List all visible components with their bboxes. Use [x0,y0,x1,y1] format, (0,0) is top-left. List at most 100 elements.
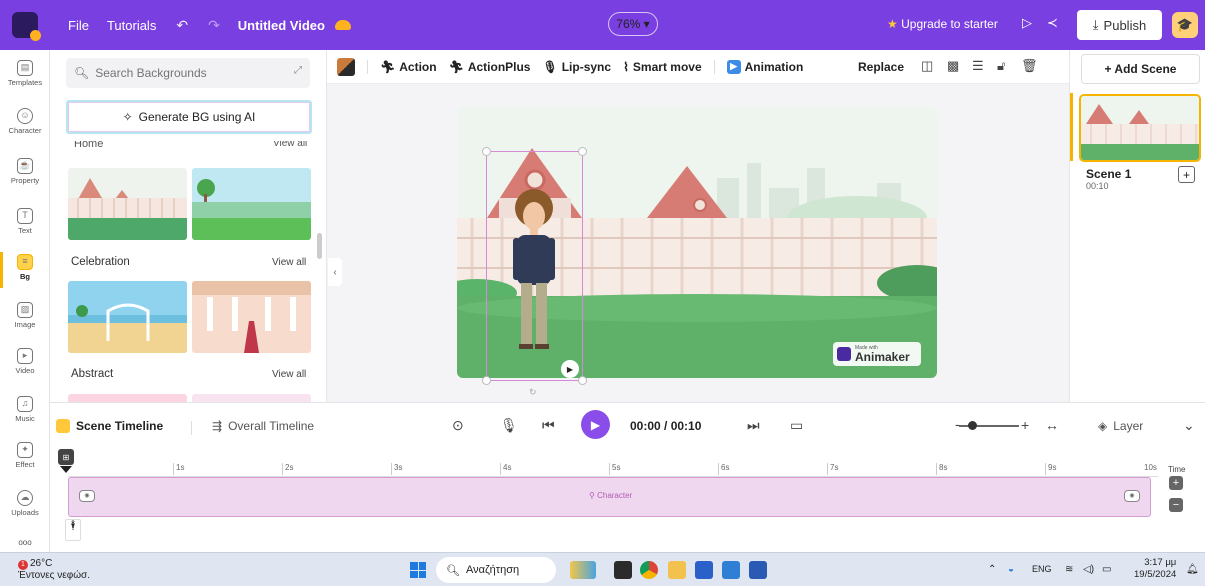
bg-thumb-home-1[interactable] [68,168,187,240]
layer-button[interactable]: ◈ Layer [1098,419,1143,433]
smart-move-button[interactable]: ⌇ Smart move [623,60,702,74]
expand-icon[interactable]: ⤢ [294,65,302,76]
rail-music[interactable]: ♫ Music [0,396,50,423]
transparency-icon[interactable]: ▩ [947,58,959,74]
scene-thumbnail[interactable] [1079,94,1201,162]
view-all-link-home[interactable]: View all [273,141,307,147]
publish-button[interactable]: ⤓ Publish [1077,10,1162,40]
temperature: 26°C [30,558,53,569]
share-icon[interactable]: ≺ [1047,15,1058,31]
animation-button[interactable]: ▶ Animation [726,59,803,74]
tray-overflow-icon[interactable]: ⌃ [988,564,996,575]
tray-app-icon[interactable]: ◒ [1008,564,1014,575]
add-scene-button[interactable]: + Add Scene [1081,54,1200,84]
color-picker-button[interactable] [337,57,355,76]
add-track-button[interactable]: + [1169,476,1183,490]
resize-handle[interactable] [578,376,587,385]
tab-overall-timeline[interactable]: ⇶ Overall Timeline [212,419,314,433]
resize-handle[interactable] [482,147,491,156]
search-input[interactable] [95,66,266,80]
zoom-in-icon[interactable]: + [1021,417,1029,433]
rail-effect[interactable]: ✦ Effect [0,442,50,469]
zoom-dropdown[interactable]: 76% ▾ [608,12,658,36]
bg-thumb-celebration-1[interactable] [68,281,187,353]
generate-bg-button[interactable]: ✧ Generate BG using AI [66,100,312,134]
rail-video[interactable]: ▸ Video [0,348,50,375]
windows-start-icon[interactable] [410,562,426,578]
voice-record-icon[interactable]: 🎙︎ [500,417,518,434]
skip-back-icon[interactable]: ⏮︎ [542,417,555,434]
battery-icon[interactable]: ▭ [1102,564,1111,575]
camera-focus-icon[interactable]: ⊙ [452,417,464,434]
remove-track-button[interactable]: − [1169,498,1183,512]
scene-name[interactable]: Scene 1 [1086,167,1131,181]
panel-scrollbar[interactable] [317,233,322,259]
rail-more[interactable]: ooo [0,538,50,547]
resize-handle[interactable] [578,147,587,156]
bg-thumb-home-2[interactable] [192,168,311,240]
tab-scene-timeline[interactable]: Scene Timeline [56,419,163,433]
widgets-app-icon[interactable] [570,561,596,579]
flip-icon[interactable]: ◫ [921,58,933,74]
resize-handle[interactable] [482,376,491,385]
volume-icon[interactable]: ◁) [1083,564,1094,575]
action-button[interactable]: 🏃︎ Action [380,60,437,74]
action-plus-button[interactable]: 🏃︎ ActionPlus [449,60,531,74]
tutorials-menu[interactable]: Tutorials [107,18,156,33]
rail-text[interactable]: T Text [0,208,50,235]
language-indicator[interactable]: ENG [1032,564,1052,574]
user-avatar[interactable]: 🎓 [1172,12,1198,38]
replace-button[interactable]: Replace [858,60,904,74]
rail-templates[interactable]: ▤ Templates [0,60,50,87]
lock-icon[interactable]: 🔓︎ [997,58,1005,74]
wifi-icon[interactable]: ≋ [1065,564,1073,575]
rail-property[interactable]: ☕ Property [0,158,50,185]
redo-icon[interactable]: ↷ [208,17,220,34]
task-view-icon[interactable] [614,561,632,579]
word-icon[interactable] [749,561,767,579]
bg-thumb-abstract-1[interactable] [68,394,187,402]
rotate-handle-icon[interactable]: ↻ [529,387,537,398]
rail-character[interactable]: ☺ Character [0,108,50,135]
fit-width-icon[interactable]: ↔ [1045,417,1059,433]
bg-thumb-abstract-2[interactable] [192,394,311,402]
play-button[interactable]: ▶ [581,410,610,439]
file-menu[interactable]: File [68,18,89,33]
app-logo[interactable] [0,0,50,50]
system-clock[interactable]: 3:17 μμ 19/5/2024 [1134,557,1176,581]
upgrade-button[interactable]: ★ Upgrade to starter [887,17,998,31]
bg-thumb-celebration-2[interactable] [192,281,311,353]
skip-forward-icon[interactable]: ⏭︎ [747,417,760,434]
search-box[interactable]: 🔍︎ ⤢ [66,58,310,88]
store-icon[interactable] [695,561,713,579]
character-track-thumb[interactable]: 🕴︎ [65,519,81,541]
track-end-eye-icon[interactable]: ◉ [1124,490,1140,502]
subtitles-icon[interactable]: ▭ [790,417,803,434]
lip-sync-button[interactable]: 🎙︎ Lip-sync [542,60,611,74]
selection-box[interactable] [482,147,587,385]
file-explorer-icon[interactable] [668,561,686,579]
add-after-scene-button[interactable]: + [1178,166,1195,183]
delete-icon[interactable]: 🗑︎ [1021,58,1038,74]
chrome-icon[interactable] [640,561,658,579]
layers-icon[interactable]: ☰ [972,58,984,74]
mail-icon[interactable] [722,561,740,579]
character-play-icon[interactable]: ▶ [561,360,579,378]
collapse-timeline-icon[interactable]: ⌄ [1183,417,1195,434]
notifications-bell-icon[interactable]: 🔔︎ [1186,564,1199,575]
rail-uploads[interactable]: ☁ Uploads [0,490,50,517]
undo-icon[interactable]: ↶ [176,17,188,34]
timeline-zoom-thumb[interactable] [968,421,977,430]
weather-widget[interactable]: 1 26°C Έντονες νεφώσ. [18,558,90,582]
taskbar-search[interactable]: 🔍︎ Αναζήτηση [436,557,556,583]
view-all-link-abstract[interactable]: View all [272,369,306,380]
collapse-panel-icon[interactable]: ‹ [328,258,342,286]
character-track[interactable]: ◉ ⚲ Character ◉ [68,477,1151,517]
project-title[interactable]: Untitled Video [238,18,325,33]
view-all-link-celebration[interactable]: View all [272,257,306,268]
rail-bg[interactable]: ≡ Bg [0,254,50,281]
rail-image[interactable]: ▨ Image [0,302,50,329]
track-start-eye-icon[interactable]: ◉ [79,490,95,502]
preview-play-icon[interactable]: ▷ [1022,15,1032,31]
zoom-out-icon[interactable]: - [955,416,960,432]
